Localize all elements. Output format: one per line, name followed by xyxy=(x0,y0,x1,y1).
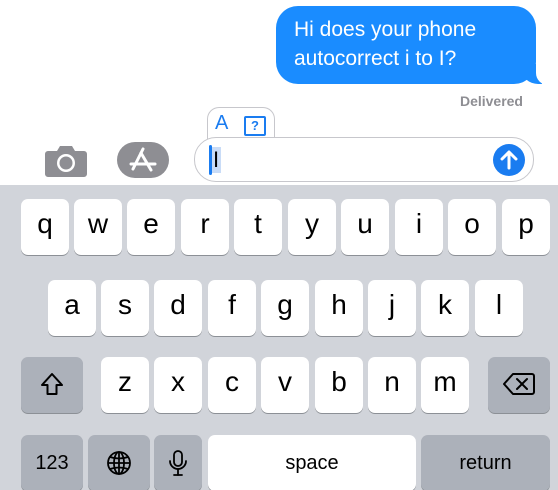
key-o[interactable]: o xyxy=(448,199,496,255)
key-s[interactable]: s xyxy=(101,280,149,336)
send-button[interactable] xyxy=(493,144,525,176)
microphone-icon xyxy=(169,450,187,476)
backspace-icon xyxy=(503,373,535,395)
key-c[interactable]: c xyxy=(208,357,256,413)
delete-key[interactable] xyxy=(488,357,550,413)
globe-icon xyxy=(107,451,131,475)
key-x[interactable]: x xyxy=(154,357,202,413)
key-k[interactable]: k xyxy=(421,280,469,336)
bubble-tail-mask xyxy=(536,63,556,85)
numbers-key[interactable]: 123 xyxy=(21,435,83,490)
key-b[interactable]: b xyxy=(315,357,363,413)
conversation-area: Hi does your phone autocorrect i to I? D… xyxy=(0,0,558,185)
key-l[interactable]: l xyxy=(475,280,523,336)
key-e[interactable]: e xyxy=(127,199,175,255)
delivery-status: Delivered xyxy=(459,93,523,109)
dictation-key[interactable] xyxy=(154,435,202,490)
key-t[interactable]: t xyxy=(234,199,282,255)
key-q[interactable]: q xyxy=(21,199,69,255)
key-a[interactable]: a xyxy=(48,280,96,336)
key-z[interactable]: z xyxy=(101,357,149,413)
suggestion-letter[interactable]: A xyxy=(215,112,228,135)
app-store-icon[interactable] xyxy=(117,142,169,178)
text-caret xyxy=(209,145,212,175)
key-u[interactable]: u xyxy=(341,199,389,255)
sent-message-bubble[interactable]: Hi does your phone autocorrect i to I? xyxy=(276,6,556,85)
arrow-up-icon xyxy=(500,150,518,170)
shift-key[interactable] xyxy=(21,357,83,413)
unknown-glyph-icon[interactable]: ? xyxy=(244,116,266,136)
globe-key[interactable] xyxy=(88,435,150,490)
message-line: Hi does your phone xyxy=(294,18,477,41)
key-p[interactable]: p xyxy=(502,199,550,255)
key-r[interactable]: r xyxy=(181,199,229,255)
key-j[interactable]: j xyxy=(368,280,416,336)
key-g[interactable]: g xyxy=(261,280,309,336)
keyboard: q w e r t y u i o p a s d f g h j k l z … xyxy=(0,185,558,490)
return-key[interactable]: return xyxy=(421,435,550,490)
key-m[interactable]: m xyxy=(421,357,469,413)
camera-icon[interactable] xyxy=(44,144,88,178)
key-d[interactable]: d xyxy=(154,280,202,336)
message-input[interactable]: I xyxy=(194,137,534,182)
key-h[interactable]: h xyxy=(315,280,363,336)
key-f[interactable]: f xyxy=(208,280,256,336)
key-n[interactable]: n xyxy=(368,357,416,413)
message-line: autocorrect i to I? xyxy=(294,47,457,70)
key-i[interactable]: i xyxy=(395,199,443,255)
space-key[interactable]: space xyxy=(208,435,416,490)
text-suggestion-popup[interactable]: A ? xyxy=(207,107,275,141)
key-y[interactable]: y xyxy=(288,199,336,255)
key-v[interactable]: v xyxy=(261,357,309,413)
shift-icon xyxy=(41,373,63,395)
key-w[interactable]: w xyxy=(74,199,122,255)
input-text: I xyxy=(211,147,222,173)
